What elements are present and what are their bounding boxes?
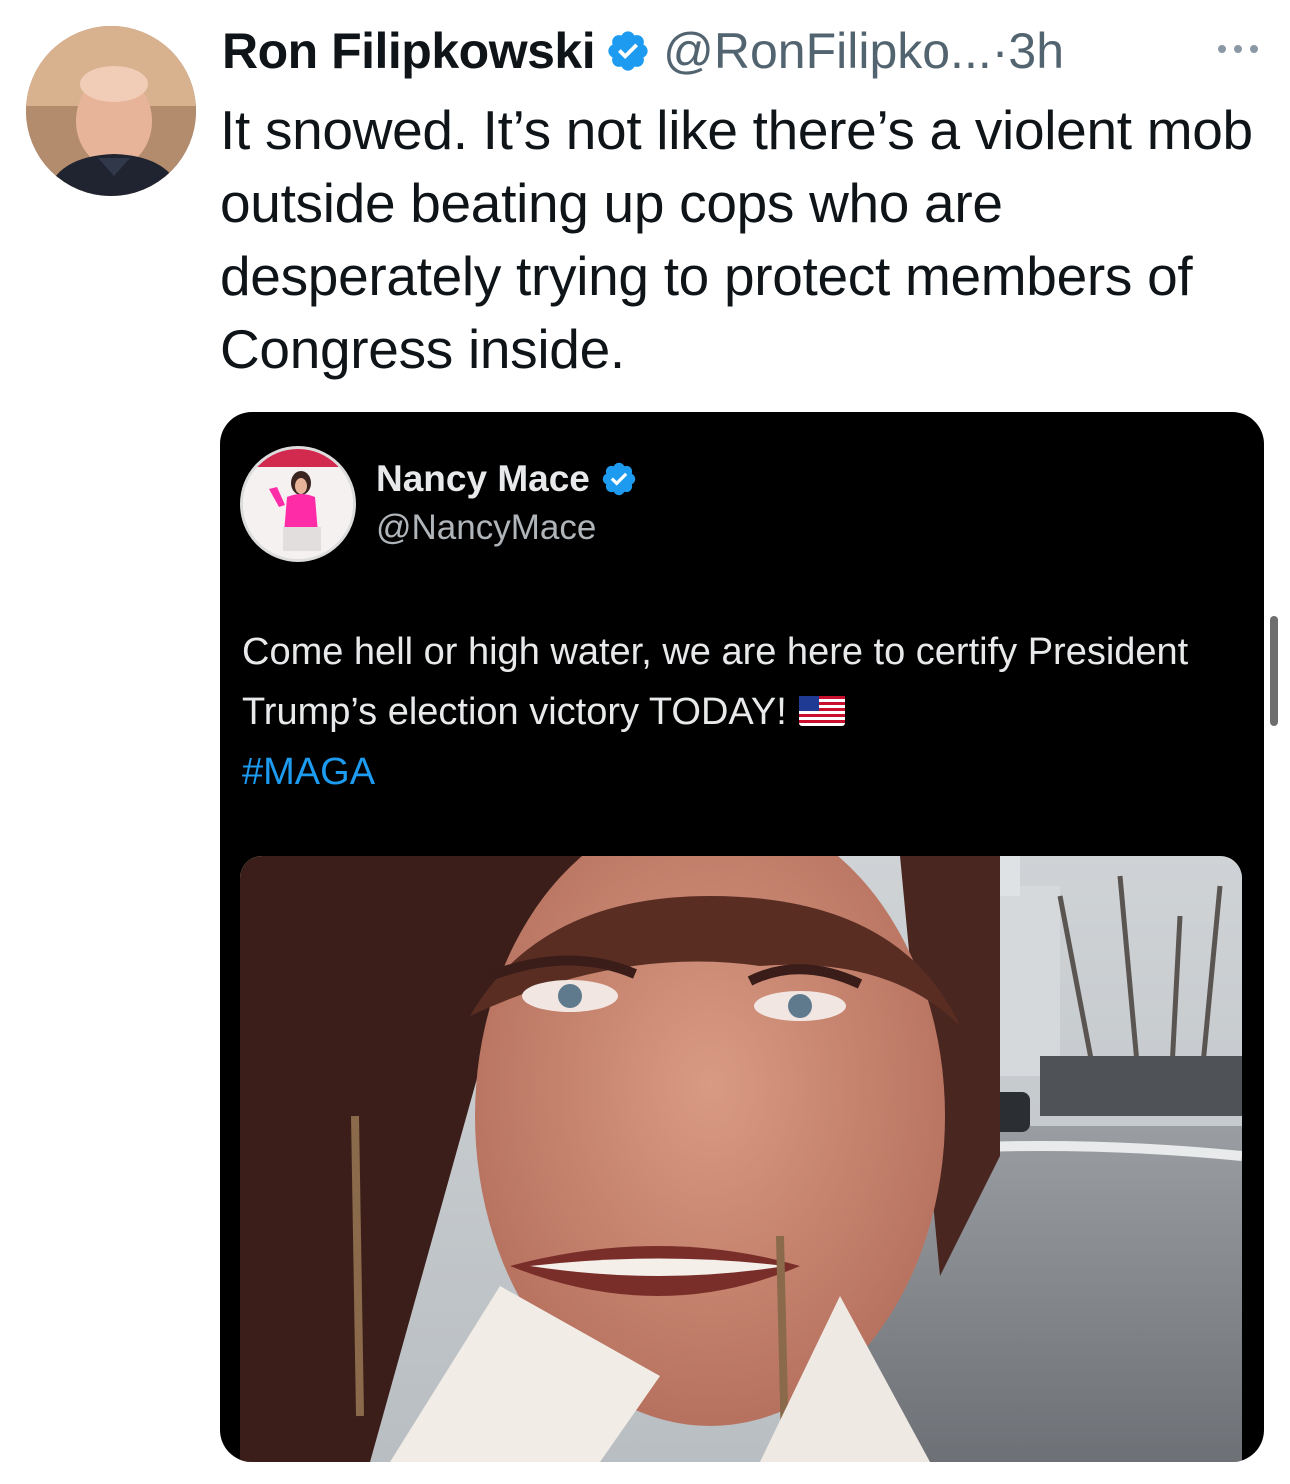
quoted-author-handle[interactable]: @NancyMace — [376, 508, 596, 548]
video-thumbnail — [240, 856, 1242, 1462]
more-options-icon[interactable] — [1210, 34, 1266, 64]
scrollbar-thumb[interactable] — [1270, 616, 1278, 726]
avatar-photo — [26, 26, 196, 196]
verified-badge-icon — [608, 31, 648, 71]
tweet-header: Ron Filipkowski @RonFilipko... · 3h — [222, 20, 1262, 82]
quoted-tweet-card[interactable]: Nancy Mace @NancyMace Come hell or high … — [220, 412, 1264, 1462]
hashtag-link[interactable]: #MAGA — [242, 742, 375, 802]
quoted-author-name[interactable]: Nancy Mace — [376, 458, 590, 500]
author-avatar[interactable] — [26, 26, 196, 196]
tweet-text: It snowed. It’s not like there’s a viole… — [220, 99, 1253, 380]
quoted-media-video[interactable] — [240, 856, 1242, 1462]
meta-separator: · — [991, 23, 1009, 79]
quoted-avatar-photo — [243, 449, 353, 559]
tweet-timestamp[interactable]: 3h — [1008, 20, 1064, 82]
us-flag-icon — [798, 696, 845, 726]
author-name[interactable]: Ron Filipkowski — [222, 20, 596, 82]
quoted-author-avatar[interactable] — [240, 446, 356, 562]
quoted-tweet-body: Come hell or high water, we are here to … — [242, 631, 1189, 733]
author-handle[interactable]: @RonFilipko... — [663, 20, 992, 82]
quoted-verified-badge-icon — [602, 462, 636, 496]
quoted-tweet-text: Come hell or high water, we are here to … — [242, 622, 1242, 742]
